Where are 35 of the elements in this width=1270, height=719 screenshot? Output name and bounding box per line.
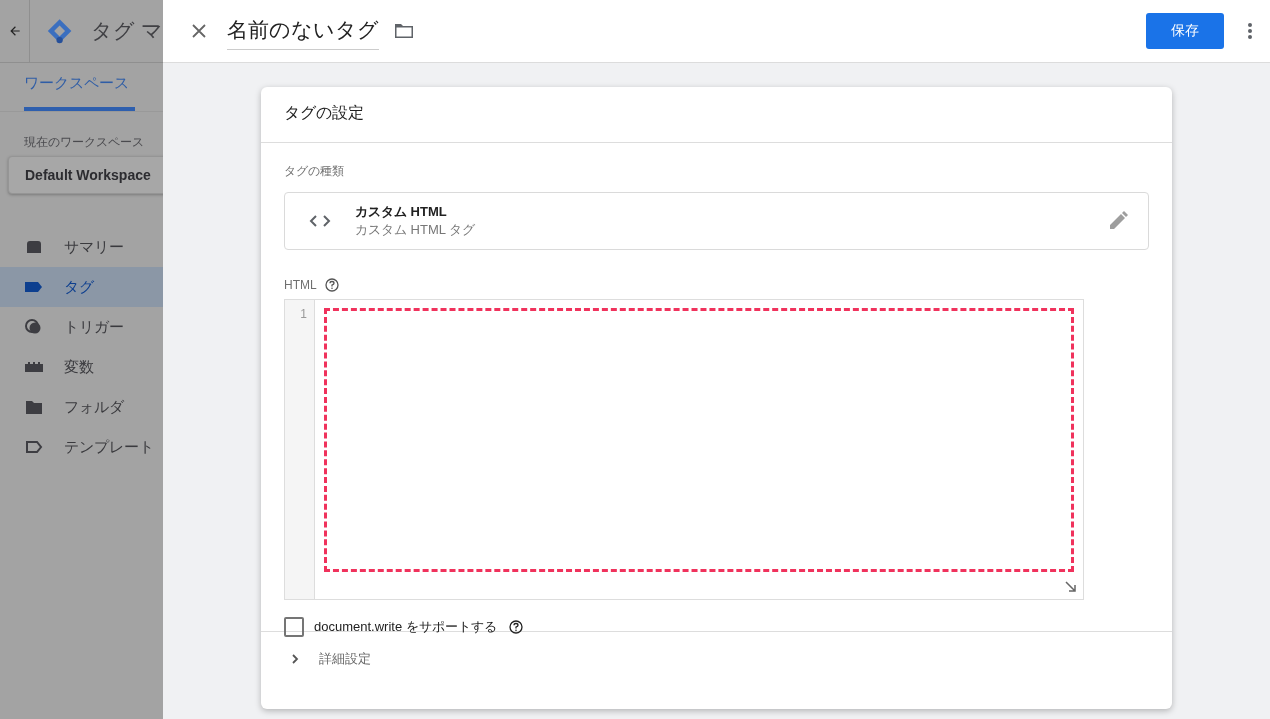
- card-title: タグの設定: [261, 87, 1172, 143]
- workspace-selector[interactable]: Default Workspace: [8, 156, 163, 194]
- chevron-icon: [291, 653, 299, 665]
- folder-icon[interactable]: [393, 22, 415, 40]
- help-icon[interactable]: [508, 620, 523, 634]
- tag-type-description: カスタム HTML タグ: [355, 221, 477, 239]
- nav-item[interactable]: フォルダ: [0, 387, 163, 427]
- checkbox[interactable]: [284, 617, 304, 637]
- html-label: HTML: [284, 278, 317, 292]
- nav-item[interactable]: 変数: [0, 347, 163, 387]
- nav-item[interactable]: タグ: [0, 267, 163, 307]
- code-icon: [309, 214, 331, 228]
- nav-item[interactable]: テンプレート: [0, 427, 163, 467]
- tag-name-field[interactable]: 名前のないタグ: [227, 12, 379, 50]
- workspace-label: 現在のワークスペース: [24, 134, 145, 151]
- tag-type-name: カスタム HTML: [355, 203, 448, 221]
- save-button[interactable]: 保存: [1146, 13, 1224, 49]
- diamond-logo-icon: [45, 16, 74, 46]
- template-icon: [24, 438, 44, 456]
- summary-icon: [24, 238, 44, 256]
- resize-handle-icon[interactable]: [1065, 581, 1077, 593]
- close-icon[interactable]: [191, 23, 207, 39]
- app-title: タグ マ: [91, 18, 163, 44]
- tag-type-selector[interactable]: カスタム HTML カスタム HTML タグ: [284, 192, 1149, 250]
- nav-item[interactable]: サマリー: [0, 227, 163, 267]
- code-editor[interactable]: 1: [284, 299, 1084, 600]
- tag-type-label: タグの種類: [284, 163, 345, 180]
- more-options-icon[interactable]: [1247, 22, 1253, 40]
- document-write-label: document.write をサポートする: [314, 618, 497, 636]
- workspace-tab[interactable]: ワークスペース: [24, 74, 135, 111]
- line-number: 1: [300, 307, 307, 321]
- pencil-icon[interactable]: [1108, 211, 1128, 231]
- nav-item[interactable]: トリガー: [0, 307, 163, 347]
- folder-icon: [24, 398, 44, 416]
- help-icon[interactable]: [324, 278, 339, 292]
